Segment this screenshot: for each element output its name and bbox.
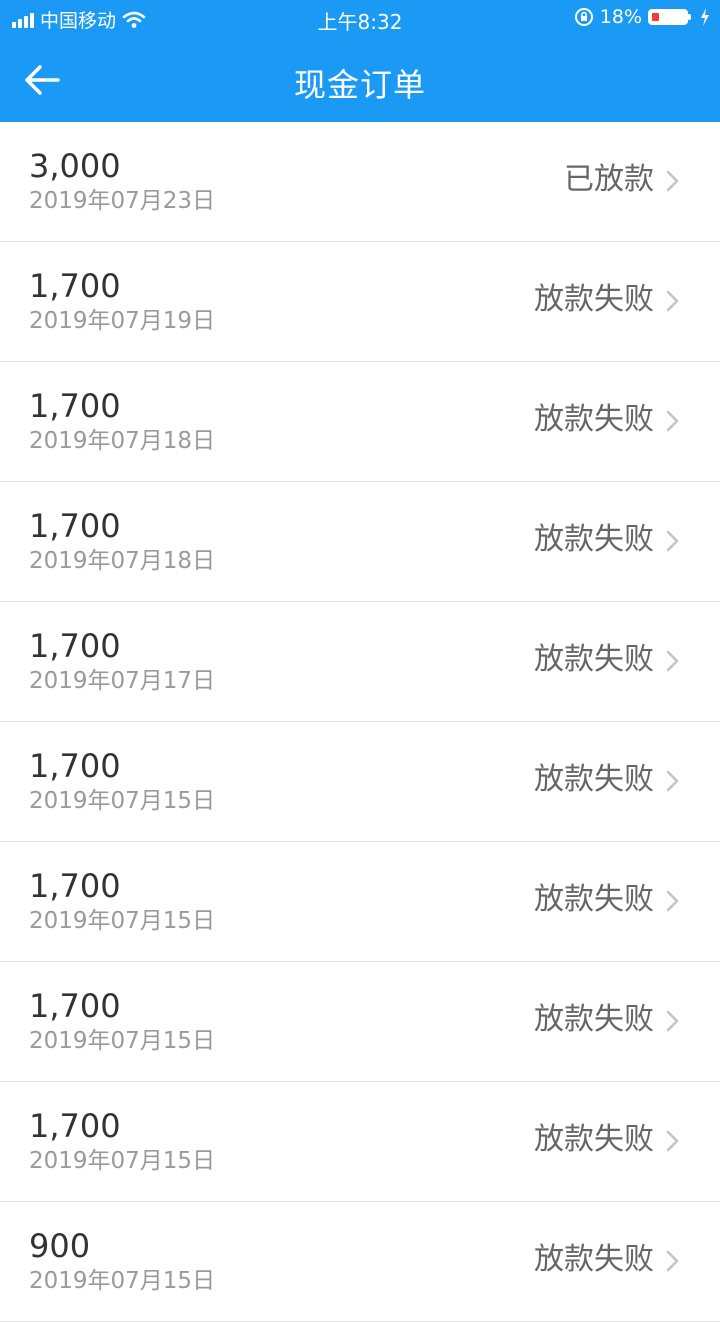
order-status: 放款失败 xyxy=(534,1122,654,1157)
order-row[interactable]: 1,700 2019年07月18日 放款失败 xyxy=(0,482,720,602)
order-row[interactable]: 1,700 2019年07月18日 放款失败 xyxy=(0,362,720,482)
orientation-lock-icon xyxy=(574,8,593,26)
chevron-right-icon xyxy=(666,1130,679,1152)
order-status: 放款失败 xyxy=(534,402,654,437)
order-list: 3,000 2019年07月23日 已放款 1,700 2019年07月19日 … xyxy=(0,122,720,1322)
battery-icon xyxy=(648,9,691,25)
battery-percent: 18% xyxy=(599,6,642,28)
chevron-right-icon xyxy=(666,1250,679,1272)
order-row[interactable]: 1,700 2019年07月19日 放款失败 xyxy=(0,242,720,362)
order-row[interactable]: 1,700 2019年07月15日 放款失败 xyxy=(0,1082,720,1202)
order-amount: 1,700 xyxy=(29,747,121,785)
order-date: 2019年07月15日 xyxy=(29,908,216,934)
order-amount: 3,000 xyxy=(29,147,121,185)
order-date: 2019年07月15日 xyxy=(29,1268,216,1294)
chevron-right-icon xyxy=(666,650,679,672)
page-title: 现金订单 xyxy=(293,66,426,104)
order-row[interactable]: 3,000 2019年07月23日 已放款 xyxy=(0,122,720,242)
order-row[interactable]: 1,700 2019年07月15日 放款失败 xyxy=(0,722,720,842)
order-amount: 900 xyxy=(29,1227,91,1265)
order-status: 放款失败 xyxy=(534,1242,654,1277)
order-status: 已放款 xyxy=(564,162,654,197)
chevron-right-icon xyxy=(666,1010,679,1032)
chevron-right-icon xyxy=(666,170,679,192)
order-row[interactable]: 1,700 2019年07月17日 放款失败 xyxy=(0,602,720,722)
chevron-right-icon xyxy=(666,410,679,432)
order-status: 放款失败 xyxy=(534,1002,654,1037)
order-amount: 1,700 xyxy=(29,867,121,905)
nav-bar: 现金订单 xyxy=(0,36,720,122)
status-bar: 中国移动 上午8:32 18% xyxy=(0,0,720,36)
order-status: 放款失败 xyxy=(534,282,654,317)
order-amount: 1,700 xyxy=(29,627,121,665)
order-amount: 1,700 xyxy=(29,267,121,305)
order-status: 放款失败 xyxy=(534,762,654,797)
order-row[interactable]: 900 2019年07月15日 放款失败 xyxy=(0,1202,720,1322)
order-status: 放款失败 xyxy=(534,882,654,917)
order-amount: 1,700 xyxy=(29,387,121,425)
order-amount: 1,700 xyxy=(29,987,121,1025)
order-date: 2019年07月15日 xyxy=(29,1148,216,1174)
order-status: 放款失败 xyxy=(534,522,654,557)
chevron-right-icon xyxy=(666,290,679,312)
order-amount: 1,700 xyxy=(29,507,121,545)
order-date: 2019年07月23日 xyxy=(29,188,216,214)
order-date: 2019年07月18日 xyxy=(29,428,216,454)
chevron-right-icon xyxy=(666,770,679,792)
order-date: 2019年07月18日 xyxy=(29,548,216,574)
order-status: 放款失败 xyxy=(534,642,654,677)
order-row[interactable]: 1,700 2019年07月15日 放款失败 xyxy=(0,842,720,962)
charging-icon xyxy=(701,8,709,26)
order-date: 2019年07月17日 xyxy=(29,668,216,694)
order-row[interactable]: 1,700 2019年07月15日 放款失败 xyxy=(0,962,720,1082)
order-date: 2019年07月19日 xyxy=(29,308,216,334)
chevron-right-icon xyxy=(666,890,679,912)
chevron-right-icon xyxy=(666,530,679,552)
order-date: 2019年07月15日 xyxy=(29,788,216,814)
status-bar-right: 18% xyxy=(574,6,710,28)
order-amount: 1,700 xyxy=(29,1107,121,1145)
order-date: 2019年07月15日 xyxy=(29,1028,216,1054)
